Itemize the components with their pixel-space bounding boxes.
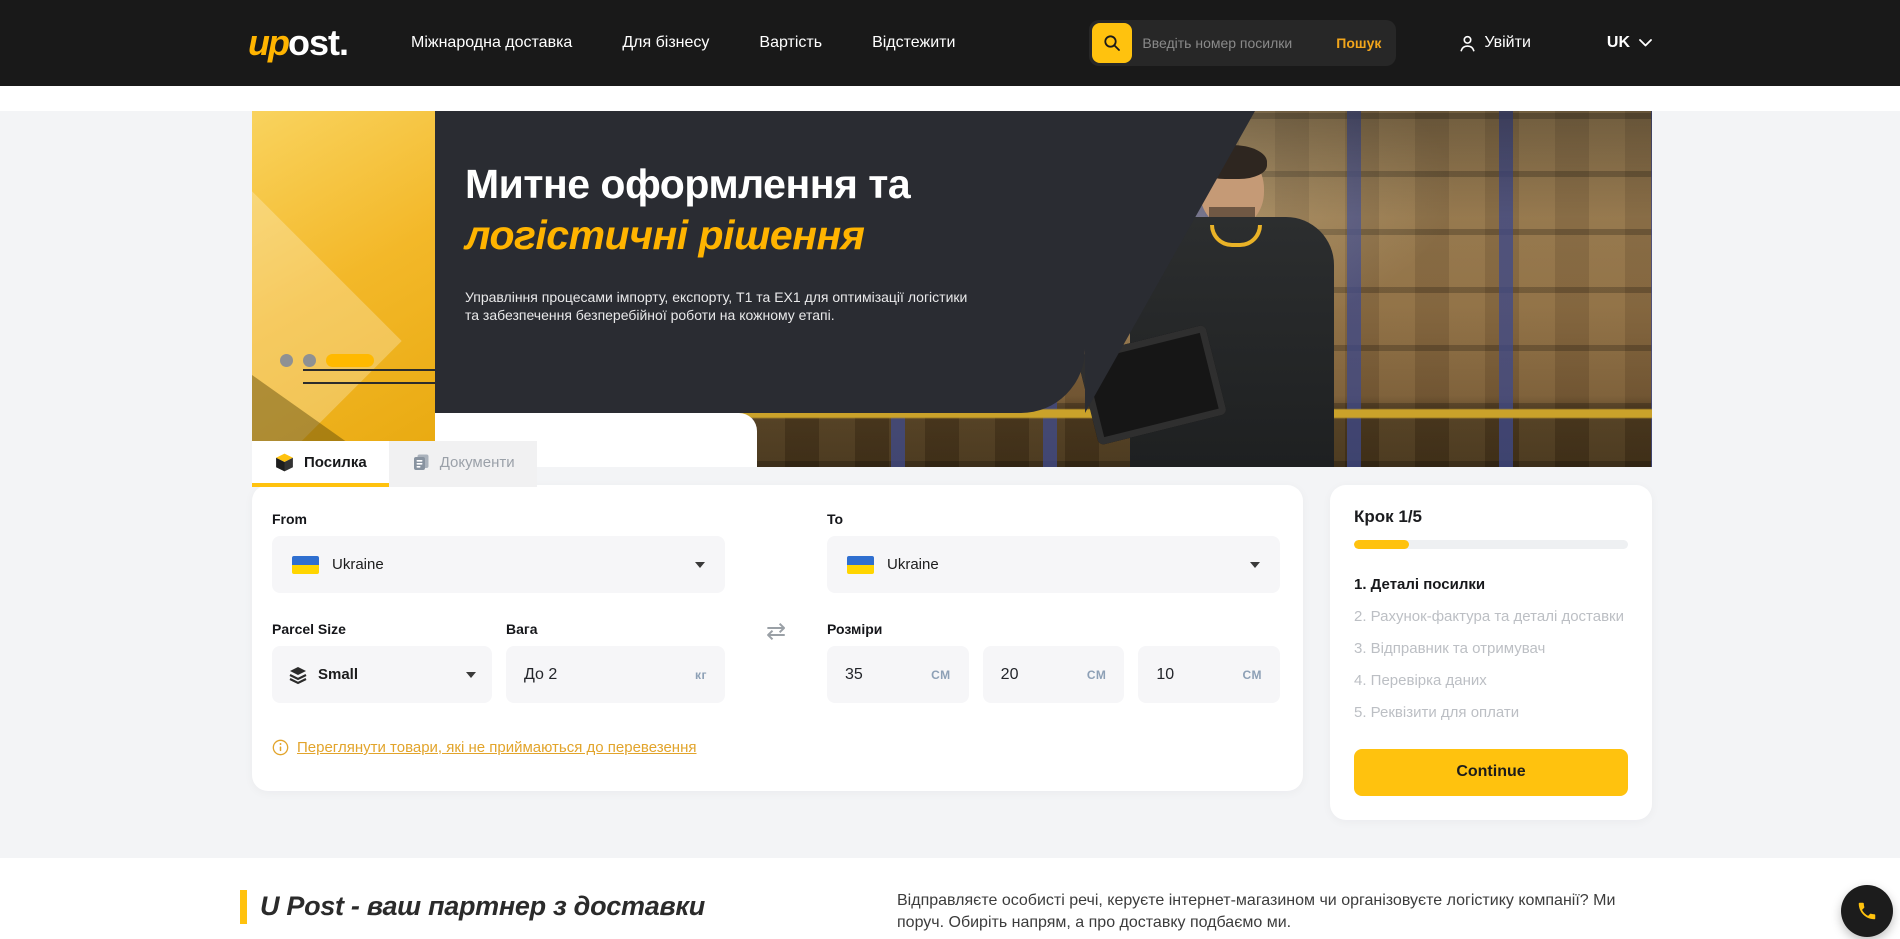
logo-accent: up [248, 22, 288, 64]
continue-button[interactable]: Continue [1354, 749, 1628, 796]
parcel-size-label: Parcel Size [272, 621, 492, 637]
info-icon [272, 739, 289, 756]
to-label: To [827, 511, 1280, 527]
hero-text-panel: Митне оформлення та логістичні рішення У… [435, 111, 1085, 413]
layers-icon [288, 665, 308, 685]
section-heading: U Post - ваш партнер з доставки [240, 890, 705, 924]
envelope-graphic [252, 111, 435, 467]
login-button[interactable]: Увійти [1458, 34, 1531, 53]
section-title: U Post - ваш партнер з доставки [260, 891, 705, 922]
phone-chat-button[interactable] [1841, 885, 1893, 937]
dimension-height-value: 10 [1156, 666, 1174, 684]
step-item: 1. Деталі посилки [1354, 575, 1628, 595]
main-nav: Міжнародна доставка Для бізнесу Вартість… [411, 34, 955, 52]
ukraine-flag-icon [292, 556, 319, 574]
steps-card: Крок 1/5 1. Деталі посилки 2. Рахунок-фа… [1330, 485, 1652, 820]
search-icon [1103, 34, 1121, 52]
hero-description: Управління процесами імпорту, експорту, … [465, 288, 980, 325]
step-item: 3. Відправник та отримувач [1354, 639, 1628, 659]
section-description: Відправляєте особисті речі, керуєте інте… [897, 890, 1652, 935]
search-submit[interactable]: Пошук [1336, 35, 1393, 51]
ukraine-flag-icon [847, 556, 874, 574]
nav-item-international[interactable]: Міжнародна доставка [411, 34, 572, 52]
swap-icon: ⇄ [766, 618, 786, 645]
hero-banner: Митне оформлення та логістичні рішення У… [252, 111, 1652, 467]
search-button[interactable] [1092, 23, 1132, 63]
dimension-unit: см [931, 668, 951, 682]
logo-rest: ost. [288, 22, 348, 64]
chevron-down-icon [466, 672, 476, 678]
envelope-lines [303, 369, 435, 371]
carousel-dot[interactable] [303, 354, 316, 367]
from-label: From [272, 511, 725, 527]
steps-title: Крок 1/5 [1354, 507, 1628, 527]
accent-bar [240, 890, 247, 924]
nav-item-business[interactable]: Для бізнесу [622, 34, 709, 52]
tab-parcel-label: Посилка [304, 454, 367, 471]
dimension-height-input[interactable]: 10 см [1138, 646, 1280, 703]
language-selector[interactable]: UK [1607, 34, 1652, 52]
weight-label: Вага [506, 621, 725, 637]
parcel-size-value: Small [318, 666, 358, 683]
step-item: 2. Рахунок-фактура та деталі доставки [1354, 607, 1628, 627]
top-section: Митне оформлення та логістичні рішення У… [0, 111, 1900, 858]
person-icon [1458, 34, 1477, 53]
swap-countries-button[interactable]: ⇄ [766, 561, 786, 703]
weight-value: До 2 [524, 666, 557, 684]
logo[interactable]: up ost. [248, 22, 348, 64]
dimension-length-input[interactable]: 35 см [827, 646, 969, 703]
steps-list: 1. Деталі посилки 2. Рахунок-фактура та … [1354, 575, 1628, 723]
chevron-down-icon [1639, 39, 1652, 47]
step-item: 5. Реквізити для оплати [1354, 703, 1628, 723]
dimensions-label: Розміри [827, 621, 969, 637]
weight-input[interactable]: До 2 кг [506, 646, 725, 703]
carousel-dot-active[interactable] [326, 354, 374, 367]
carousel-dots [280, 354, 374, 367]
hero-title-line2: логістичні рішення [465, 210, 1065, 261]
from-country-select[interactable]: Ukraine [272, 536, 725, 593]
tab-documents-label: Документи [440, 454, 515, 471]
step-item: 4. Перевірка даних [1354, 671, 1628, 691]
chevron-down-icon [1250, 562, 1260, 568]
progress-fill [1354, 540, 1409, 549]
search-input[interactable] [1132, 35, 1336, 51]
parcel-box-icon [274, 452, 295, 473]
dimension-width-input[interactable]: 20 см [983, 646, 1125, 703]
to-country-value: Ukraine [887, 556, 939, 573]
restricted-items-link[interactable]: Переглянути товари, які не приймаються д… [272, 739, 697, 756]
to-country-select[interactable]: Ukraine [827, 536, 1280, 593]
header: up ost. Міжнародна доставка Для бізнесу … [0, 0, 1900, 86]
parcel-size-select[interactable]: Small [272, 646, 492, 703]
dimension-unit: см [1087, 668, 1107, 682]
shipment-type-tabs: Посилка Документи [252, 441, 537, 487]
weight-unit: кг [695, 668, 707, 682]
from-country-value: Ukraine [332, 556, 384, 573]
nav-item-track[interactable]: Відстежити [872, 34, 955, 52]
partner-section: U Post - ваш партнер з доставки Відправл… [0, 858, 1900, 935]
nav-item-pricing[interactable]: Вартість [759, 34, 822, 52]
phone-icon [1856, 900, 1878, 922]
restricted-items-link-label: Переглянути товари, які не приймаються д… [297, 739, 697, 756]
search-bar: Пошук [1089, 20, 1396, 66]
dimension-width-value: 20 [1001, 666, 1019, 684]
login-label: Увійти [1484, 34, 1531, 52]
progress-bar [1354, 540, 1628, 549]
dimension-unit: см [1243, 668, 1263, 682]
dimension-length-value: 35 [845, 666, 863, 684]
chevron-down-icon [695, 562, 705, 568]
tab-documents[interactable]: Документи [389, 441, 537, 487]
language-label: UK [1607, 34, 1630, 52]
tab-parcel[interactable]: Посилка [252, 441, 389, 487]
documents-icon [411, 452, 431, 472]
hero-title-line1: Митне оформлення та [465, 159, 1065, 210]
calculator-form-card: From Ukraine Parcel Size [252, 485, 1303, 791]
carousel-dot[interactable] [280, 354, 293, 367]
